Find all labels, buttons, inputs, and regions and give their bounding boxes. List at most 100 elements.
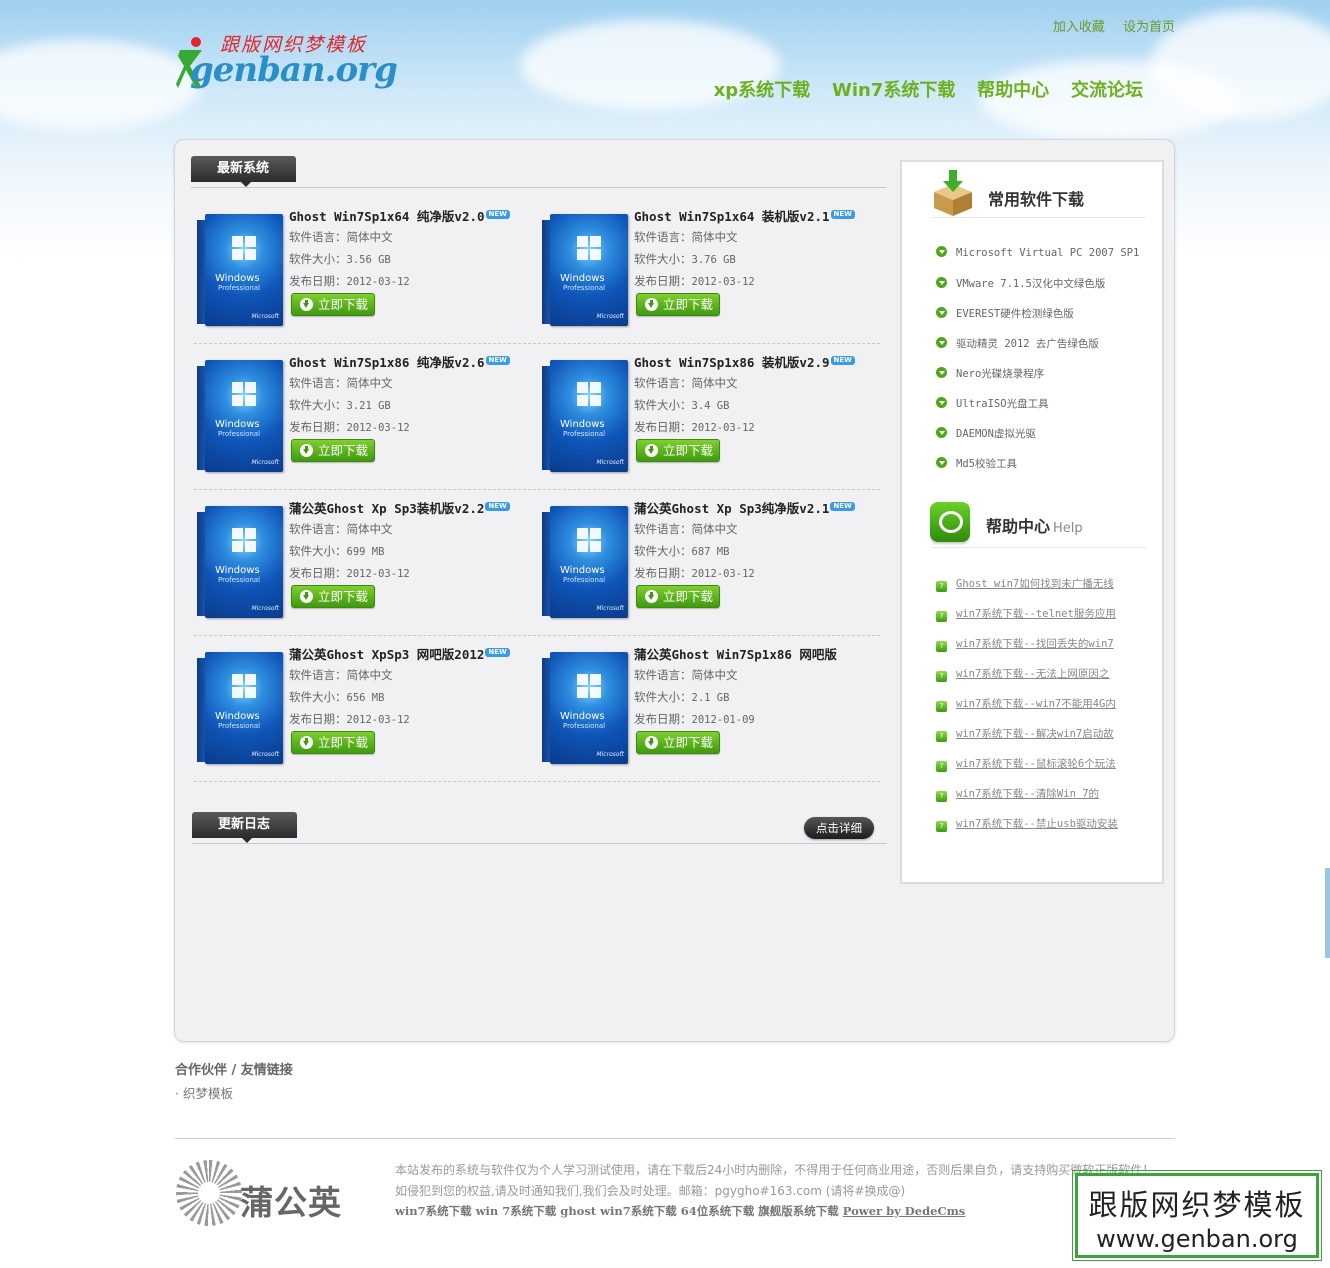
size-value: 3.76 GB: [691, 254, 736, 266]
view-details-button[interactable]: 点击详细: [804, 817, 874, 839]
release-date: 发布日期：2012-03-12: [289, 273, 410, 289]
system-title-text: 蒲公英Ghost XpSp3 网吧版2012: [289, 647, 485, 662]
download-label: 立即下载: [318, 443, 369, 458]
software-link[interactable]: UltraISO光盘工具: [936, 396, 1049, 411]
nav-forum[interactable]: 交流论坛: [1071, 80, 1143, 101]
logo-word: genban.org: [190, 50, 398, 90]
windows-box-image[interactable]: Windows Professional Microsoft: [197, 506, 283, 618]
software-link-text: VMware 7.1.5汉化中文绿色版: [956, 278, 1106, 290]
help-article-link[interactable]: ? win7系统下载--解决win7启动故: [936, 726, 1114, 742]
side-scroll-tab[interactable]: [1325, 868, 1330, 958]
download-arrow-icon: [645, 444, 658, 457]
date-label: 发布日期：: [634, 420, 692, 434]
update-log-tab[interactable]: 更新日志: [192, 812, 297, 843]
software-size: 软件大小：3.56 GB: [289, 251, 391, 267]
question-icon: ?: [936, 581, 947, 592]
lang-label: 软件语言：: [289, 376, 347, 390]
download-button[interactable]: 立即下载: [636, 585, 720, 608]
download-button[interactable]: 立即下载: [636, 293, 720, 316]
software-link-text: UltraISO光盘工具: [956, 398, 1049, 410]
system-title[interactable]: Ghost Win7Sp1x64 装机版v2.1 NEW: [634, 206, 855, 225]
system-title[interactable]: Ghost Win7Sp1x86 装机版v2.9 NEW: [634, 352, 855, 371]
set-homepage-link[interactable]: 设为首页: [1123, 20, 1175, 35]
download-label: 立即下载: [663, 443, 714, 458]
cloud-decoration: [0, 40, 200, 130]
software-language: 软件语言：简体中文: [634, 375, 738, 391]
add-favorite-link[interactable]: 加入收藏: [1053, 20, 1105, 35]
system-title[interactable]: 蒲公英Ghost Win7Sp1x86 网吧版: [634, 644, 837, 663]
row-divider: [194, 635, 880, 636]
software-download-title: 常用软件下载: [988, 190, 1085, 209]
watermark-badge: 跟版网织梦模板 www.genban.org: [1072, 1170, 1322, 1261]
help-article-link[interactable]: ? win7系统下载--无法上网原因之: [936, 666, 1109, 682]
system-title-text: 蒲公英Ghost Xp Sp3装机版v2.2: [289, 501, 485, 516]
system-title[interactable]: 蒲公英Ghost Xp Sp3装机版v2.2 NEW: [289, 498, 510, 517]
nav-win7-download[interactable]: Win7系统下载: [832, 80, 955, 101]
box-maker: Microsoft: [596, 605, 624, 612]
help-article-link[interactable]: ? win7系统下载--telnet服务应用: [936, 606, 1116, 622]
system-item: Windows Professional Microsoft 蒲公英Ghost Xp …: [540, 498, 880, 640]
software-link-text: Md5校验工具: [956, 458, 1017, 470]
latest-systems-tab[interactable]: 最新系统: [191, 156, 296, 187]
windows-box-image[interactable]: Windows Professional Microsoft: [197, 360, 283, 472]
dandelion-icon: [176, 1160, 242, 1226]
software-link[interactable]: EVEREST硬件检测绿色版: [936, 306, 1074, 321]
download-button[interactable]: 立即下载: [291, 439, 375, 462]
windows-logo-icon: [577, 674, 601, 698]
power-by-link[interactable]: Power by DedeCms: [843, 1204, 965, 1218]
sidebar: 常用软件下载 Microsoft Virtual PC 2007 SP1 VMwa…: [900, 160, 1164, 884]
software-link[interactable]: Md5校验工具: [936, 456, 1017, 471]
windows-box-image[interactable]: Windows Professional Microsoft: [542, 652, 628, 764]
windows-box-image[interactable]: Windows Professional Microsoft: [542, 214, 628, 326]
help-article-link[interactable]: ? win7系统下载--禁止usb驱动安装: [936, 816, 1118, 832]
nav-help-center[interactable]: 帮助中心: [977, 80, 1049, 101]
system-title[interactable]: Ghost Win7Sp1x86 纯净版v2.6 NEW: [289, 352, 510, 371]
software-link[interactable]: Nero光碟烧录程序: [936, 366, 1044, 381]
download-button[interactable]: 立即下载: [291, 293, 375, 316]
site-logo[interactable]: 跟版网织梦模板 genban.org: [176, 30, 398, 96]
date-label: 发布日期：: [634, 566, 692, 580]
help-article-link[interactable]: ? win7系统下载--鼠标滚轮6个玩法: [936, 756, 1116, 772]
system-title-text: Ghost Win7Sp1x64 装机版v2.1: [634, 209, 830, 224]
download-label: 立即下载: [663, 735, 714, 750]
windows-box-image[interactable]: Windows Professional Microsoft: [542, 506, 628, 618]
system-title-text: Ghost Win7Sp1x86 装机版v2.9: [634, 355, 830, 370]
lang-label: 软件语言：: [634, 230, 692, 244]
nav-xp-download[interactable]: xp系统下载: [714, 80, 811, 101]
help-article-link[interactable]: ? win7系统下载--找回丢失的win7: [936, 636, 1114, 652]
system-title[interactable]: 蒲公英Ghost Xp Sp3纯净版v2.1 NEW: [634, 498, 855, 517]
software-language: 软件语言：简体中文: [634, 229, 738, 245]
help-article-link[interactable]: ? win7系统下载--清除Win 7的: [936, 786, 1099, 802]
lang-value: 简体中文: [691, 522, 738, 536]
help-article-link[interactable]: ? win7系统下载--win7不能用4G内: [936, 696, 1116, 712]
help-article-link[interactable]: ? Ghost win7如何找到未广播无线: [936, 576, 1114, 592]
windows-box-image[interactable]: Windows Professional Microsoft: [197, 652, 283, 764]
download-button[interactable]: 立即下载: [636, 439, 720, 462]
footer-disclaimer: 本站发布的系统与软件仅为个人学习测试使用，请在下载后24小时内删除，不得用于任何…: [395, 1163, 1155, 1177]
download-dot-icon: [936, 397, 947, 408]
system-title[interactable]: 蒲公英Ghost XpSp3 网吧版2012 NEW: [289, 644, 510, 663]
system-title[interactable]: Ghost Win7Sp1x64 纯净版v2.0 NEW: [289, 206, 510, 225]
box-edition: Professional: [563, 576, 606, 584]
windows-box-image[interactable]: Windows Professional Microsoft: [542, 360, 628, 472]
software-link[interactable]: DAEMON虚拟光驱: [936, 426, 1036, 441]
partner-link-item[interactable]: · 织梦模板: [175, 1083, 233, 1102]
software-link[interactable]: Microsoft Virtual PC 2007 SP1: [936, 246, 1139, 259]
download-label: 立即下载: [663, 589, 714, 604]
download-button[interactable]: 立即下载: [291, 731, 375, 754]
software-link[interactable]: VMware 7.1.5汉化中文绿色版: [936, 276, 1105, 291]
download-button[interactable]: 立即下载: [291, 585, 375, 608]
partner-links-title: 合作伙伴 / 友情链接: [175, 1063, 293, 1078]
windows-logo-icon: [232, 528, 256, 552]
size-label: 软件大小：: [634, 544, 692, 558]
system-item: Windows Professional Microsoft Ghost Win7Sp…: [195, 352, 535, 494]
box-maker: Microsoft: [251, 605, 279, 612]
download-dot-icon: [936, 367, 947, 378]
watermark-title: 跟版网织梦模板: [1088, 1188, 1306, 1222]
windows-box-image[interactable]: Windows Professional Microsoft: [197, 214, 283, 326]
download-button[interactable]: 立即下载: [636, 731, 720, 754]
size-value: 3.56 GB: [346, 254, 391, 266]
software-link[interactable]: 驱动精灵 2012 去广告绿色版: [936, 336, 1099, 351]
software-language: 软件语言：简体中文: [289, 521, 393, 537]
help-center-icon: [930, 502, 970, 542]
